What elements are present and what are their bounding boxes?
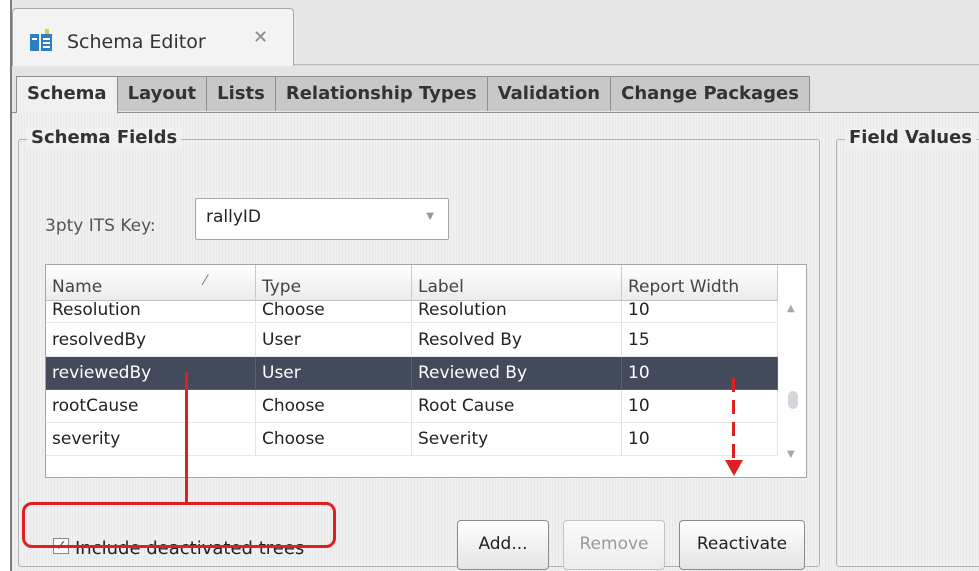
cell-report-width: 15	[622, 324, 778, 357]
cell-report-width: 10	[622, 357, 778, 390]
field-values-group: Field Values	[836, 127, 979, 567]
column-header-name-label: Name	[52, 277, 103, 297]
close-icon[interactable]: ✕	[253, 27, 268, 48]
its-key-dropdown[interactable]: rallyID ▼	[195, 198, 449, 240]
schema-editor-icon	[29, 29, 53, 53]
cell-name: resolvedBy	[46, 324, 256, 357]
cell-name: severity	[46, 423, 256, 456]
cell-label: Reviewed By	[412, 357, 622, 390]
schema-editor-tab[interactable]: Schema Editor ✕	[12, 8, 294, 67]
cell-report-width: 10	[622, 390, 778, 423]
tab-schema[interactable]: Schema	[16, 76, 118, 113]
sort-indicator-icon: ⁄	[204, 273, 207, 289]
tab-relationship-types[interactable]: Relationship Types	[274, 76, 488, 111]
annotation-dashed-line	[732, 378, 735, 458]
field-values-title: Field Values	[845, 127, 976, 148]
column-header-report-width[interactable]: Report Width	[622, 265, 778, 301]
column-header-label[interactable]: Label	[412, 265, 622, 301]
table-row[interactable]: rootCause Choose Root Cause 10	[46, 390, 778, 423]
tab-validation[interactable]: Validation	[486, 76, 612, 111]
its-key-label: 3pty ITS Key:	[45, 216, 156, 236]
cell-label: Resolution	[412, 301, 622, 323]
table-row[interactable]: severity Choose Severity 10	[46, 423, 778, 456]
tab-change-packages[interactable]: Change Packages	[610, 76, 810, 111]
cell-type: User	[256, 324, 412, 357]
annotation-arrow-icon	[725, 460, 743, 476]
reactivate-button[interactable]: Reactivate	[679, 520, 805, 570]
table-row-selected[interactable]: reviewedBy User Reviewed By 10	[46, 357, 778, 390]
cell-report-width: 10	[622, 301, 778, 323]
cell-name: rootCause	[46, 390, 256, 423]
cell-type: Choose	[256, 423, 412, 456]
cell-name: Resolution	[46, 301, 256, 323]
cell-label: Root Cause	[412, 390, 622, 423]
its-key-value: rallyID	[206, 207, 262, 227]
scroll-up-icon[interactable]: ▲	[787, 303, 795, 314]
cell-report-width: 10	[622, 423, 778, 456]
table-row[interactable]: resolvedBy User Resolved By 15	[46, 324, 778, 357]
schema-editor-tab-title: Schema Editor	[67, 31, 206, 53]
column-header-name[interactable]: Name ⁄	[46, 265, 256, 301]
cell-type: User	[256, 357, 412, 390]
tab-layout[interactable]: Layout	[116, 76, 208, 111]
table-scrollbar[interactable]: ▲ ▼	[782, 301, 804, 475]
cell-type: Choose	[256, 390, 412, 423]
cell-label: Resolved By	[412, 324, 622, 357]
remove-button[interactable]: Remove	[563, 520, 665, 570]
chevron-down-icon: ▼	[426, 211, 434, 222]
add-button[interactable]: Add...	[457, 520, 549, 570]
schema-editor-window: Schema Editor ✕ Schema Layout Lists Rela…	[10, 0, 979, 571]
scroll-down-icon[interactable]: ▼	[787, 449, 795, 460]
annotation-connector-line	[185, 372, 188, 504]
cell-name: reviewedBy	[46, 357, 256, 390]
schema-fields-title: Schema Fields	[27, 127, 182, 148]
schema-fields-table: Name ⁄ Type Label Report Width Resolutio…	[45, 264, 807, 478]
scroll-thumb[interactable]	[788, 391, 798, 409]
cell-type: Choose	[256, 301, 412, 323]
editor-tab-strip: Schema Editor ✕	[12, 0, 979, 67]
cell-label: Severity	[412, 423, 622, 456]
tab-lists[interactable]: Lists	[206, 76, 276, 111]
subtab-bar: Schema Layout Lists Relationship Types V…	[16, 76, 810, 113]
annotation-highlight-checkbox	[22, 502, 336, 548]
editor-content: Schema Layout Lists Relationship Types V…	[12, 66, 979, 571]
column-header-type[interactable]: Type	[256, 265, 412, 301]
table-header: Name ⁄ Type Label Report Width	[46, 265, 778, 301]
